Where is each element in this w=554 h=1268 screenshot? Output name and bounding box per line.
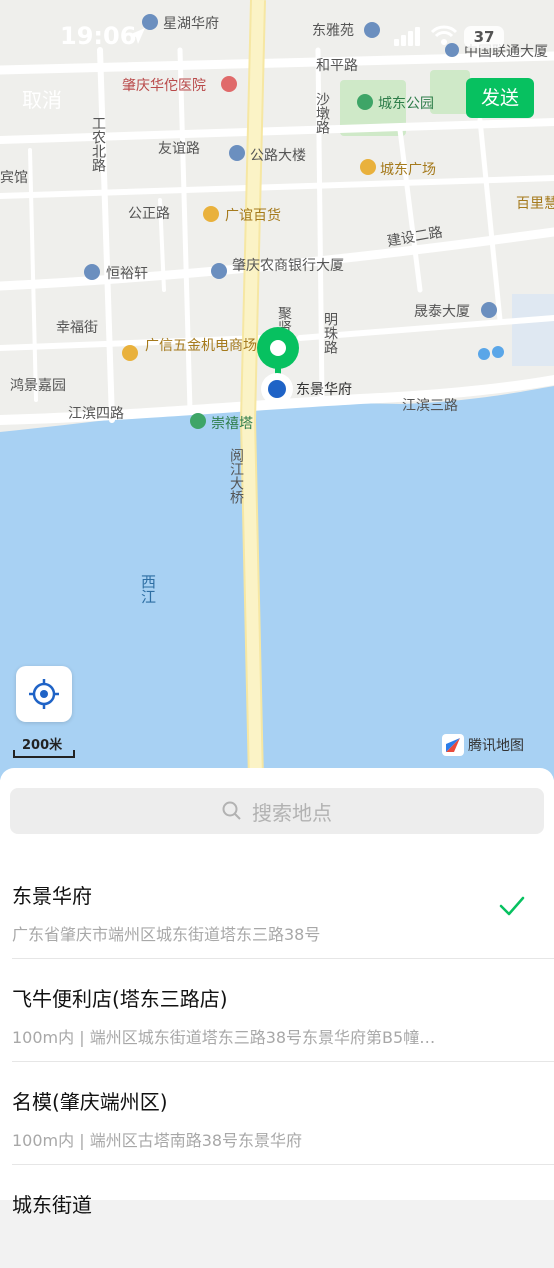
map-label-baishun: 百里慧 bbox=[516, 196, 554, 212]
result-item[interactable]: 名模(肇庆端州区) 100m内 | 端州区古塔南路38号东景华府 bbox=[0, 1062, 554, 1165]
map-label-youyi: 友谊路 bbox=[158, 141, 200, 157]
cancel-button[interactable]: 取消 bbox=[22, 84, 62, 113]
recenter-button[interactable] bbox=[16, 666, 72, 722]
location-arrow-icon bbox=[129, 28, 145, 44]
location-sheet: 搜索地点 东景华府 广东省肇庆市端州区城东街道塔东三路38号 飞牛便利店(塔东三… bbox=[0, 768, 554, 1217]
map-label-chongxi: 崇禧塔 bbox=[211, 416, 253, 432]
status-time: 19:06 bbox=[60, 22, 137, 50]
map-label-hospital: 肇庆华佗医院 bbox=[122, 77, 206, 94]
battery-indicator: 37 bbox=[464, 26, 504, 48]
map-label-jiangbin3: 江滨三路 bbox=[402, 398, 458, 414]
search-placeholder: 搜索地点 bbox=[252, 800, 332, 825]
signal-icon bbox=[394, 27, 420, 46]
map-label-hotel: 宾馆 bbox=[0, 170, 28, 186]
map-label-xingfu: 幸福街 bbox=[56, 320, 98, 336]
status-bar: 19:06 37 bbox=[0, 0, 554, 72]
map-label-xijiang: 西江 bbox=[139, 574, 157, 604]
map-label-chengdong-square: 城东广场 bbox=[380, 162, 436, 178]
map-provider-text: 腾讯地图 bbox=[468, 738, 524, 754]
map-label-chengdong-park: 城东公园 bbox=[378, 96, 434, 112]
map-label-shadun: 沙墩路 bbox=[314, 92, 330, 134]
map-label-gongnong: 工农北路 bbox=[90, 116, 106, 172]
crosshair-icon bbox=[29, 679, 59, 709]
map-label-gonglu-tower: 公路大楼 bbox=[250, 148, 306, 164]
map-provider-logo: 腾讯地图 bbox=[442, 734, 524, 756]
result-address: 100m内 | 端州区古塔南路38号东景华府 bbox=[12, 1131, 303, 1150]
result-name: 名模(肇庆端州区) bbox=[12, 1090, 168, 1114]
map-label-dongjing: 东景华府 bbox=[296, 382, 352, 398]
map-label-guangxin: 广信五金机电商场 bbox=[145, 338, 257, 354]
map-label-nongshang: 肇庆农商银行大厦 bbox=[232, 258, 344, 274]
map-label-guangyi: 广谊百货 bbox=[225, 207, 281, 224]
map-label-shengtai: 晟泰大厦 bbox=[414, 304, 470, 320]
tencent-map-icon bbox=[442, 734, 464, 756]
selected-check-icon bbox=[499, 896, 525, 916]
result-name: 飞牛便利店(塔东三路店) bbox=[12, 987, 228, 1011]
result-item[interactable]: 飞牛便利店(塔东三路店) 100m内 | 端州区城东街道塔东三路38号东景华府第… bbox=[0, 959, 554, 1062]
map-label-yuejiang: 阅江大桥 bbox=[228, 448, 244, 504]
result-address: 广东省肇庆市端州区城东街道塔东三路38号 bbox=[12, 925, 321, 944]
result-item[interactable]: 东景华府 广东省肇庆市端州区城东街道塔东三路38号 bbox=[0, 856, 554, 959]
map-label-hengyu: 恒裕轩 bbox=[106, 266, 148, 282]
map-scale-bar bbox=[13, 750, 75, 758]
result-name: 东景华府 bbox=[12, 884, 92, 908]
map-label-jiangbin4: 江滨四路 bbox=[68, 406, 124, 422]
result-address: 100m内 | 端州区城东街道塔东三路38号东景华府第B5幢… bbox=[12, 1028, 436, 1047]
map-label-gongzheng: 公正路 bbox=[128, 206, 170, 222]
map-label-mingzhu: 明珠路 bbox=[322, 312, 338, 354]
search-input[interactable]: 搜索地点 bbox=[10, 788, 544, 834]
search-icon bbox=[222, 801, 241, 820]
result-name: 城东街道 bbox=[12, 1193, 92, 1217]
map-label-hongjing: 鸿景嘉园 bbox=[10, 377, 66, 394]
result-item[interactable]: 城东街道 bbox=[0, 1165, 554, 1268]
wifi-icon bbox=[430, 25, 458, 45]
send-button[interactable]: 发送 bbox=[466, 78, 534, 118]
